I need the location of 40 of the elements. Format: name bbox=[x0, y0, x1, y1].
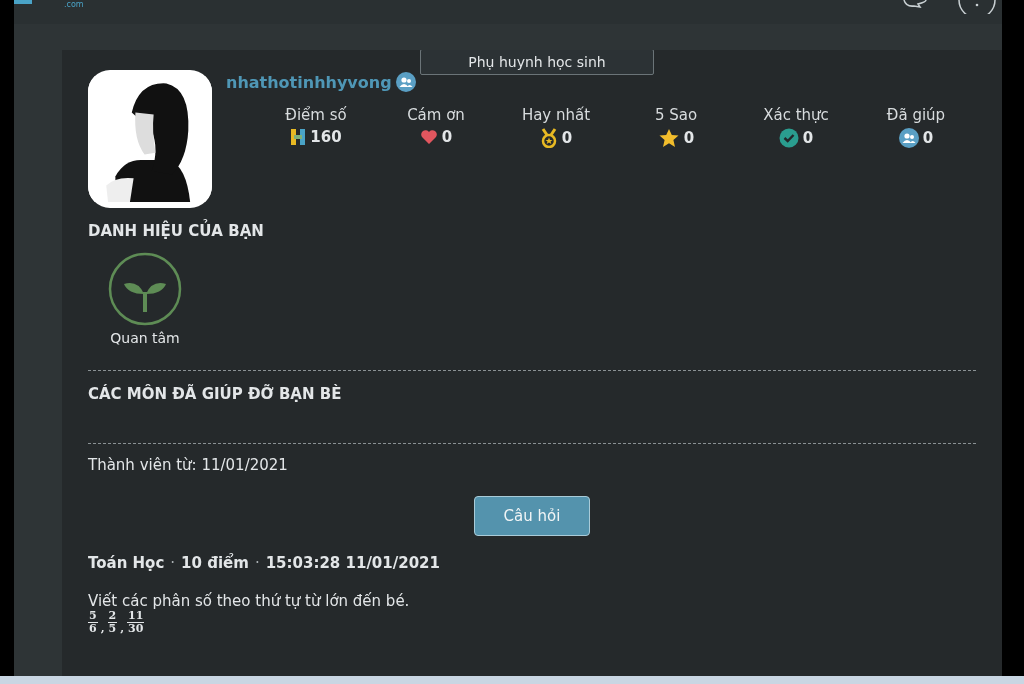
people-icon bbox=[395, 72, 416, 92]
fraction: 2 5 bbox=[107, 610, 118, 635]
stat-label: 5 Sao bbox=[654, 106, 698, 124]
stat-label: Điểm số bbox=[285, 106, 347, 124]
heart-icon bbox=[419, 129, 438, 145]
stat-label: Xác thực bbox=[763, 106, 829, 124]
title-label: Quan tâm bbox=[110, 330, 180, 346]
comma: , bbox=[100, 622, 105, 635]
verified-icon bbox=[778, 128, 799, 148]
comma: , bbox=[120, 622, 124, 635]
chat-icon[interactable] bbox=[902, 0, 928, 8]
username[interactable]: nhathotinhhyvong bbox=[226, 72, 392, 92]
stat-value: 0 bbox=[441, 128, 453, 146]
question-subject: Toán Học bbox=[88, 554, 165, 572]
points-icon bbox=[290, 128, 307, 146]
fraction: 11 30 bbox=[127, 610, 145, 635]
section-heading: CÁC MÔN ĐÃ GIÚP ĐỠ BẠN BÈ bbox=[88, 385, 343, 403]
stat-label: Đã giúp bbox=[886, 106, 946, 124]
sprout-icon bbox=[108, 252, 182, 326]
question-text: Viết các phân số theo thứ tự từ lớn đến bé. bbox=[88, 592, 411, 610]
stat-label: Cám ơn bbox=[407, 106, 465, 124]
logo-icon bbox=[14, 0, 32, 4]
question-points: 10 điểm bbox=[181, 554, 249, 572]
logo-text: .com bbox=[64, 0, 84, 10]
question-time: 15:03:28 11/01/2021 bbox=[265, 554, 440, 572]
fraction: 5 6 bbox=[88, 610, 98, 635]
member-since: Thành viên từ: 11/01/2021 bbox=[88, 456, 289, 474]
questions-button[interactable]: Câu hỏi bbox=[474, 496, 590, 536]
help-icon[interactable] bbox=[958, 0, 996, 14]
people-icon bbox=[898, 128, 919, 148]
medal-icon bbox=[539, 128, 558, 148]
separator-dot: · bbox=[254, 554, 260, 572]
stat-value: 0 bbox=[683, 129, 695, 147]
stat-value: 0 bbox=[561, 129, 573, 147]
stat-value: 0 bbox=[922, 129, 934, 147]
stat-value: 0 bbox=[802, 129, 814, 147]
stat-label: Hay nhất bbox=[521, 106, 591, 124]
role-badge: Phụ huynh học sinh bbox=[420, 50, 654, 75]
stat-value: 160 bbox=[310, 128, 342, 146]
separator-dot: · bbox=[170, 554, 176, 572]
